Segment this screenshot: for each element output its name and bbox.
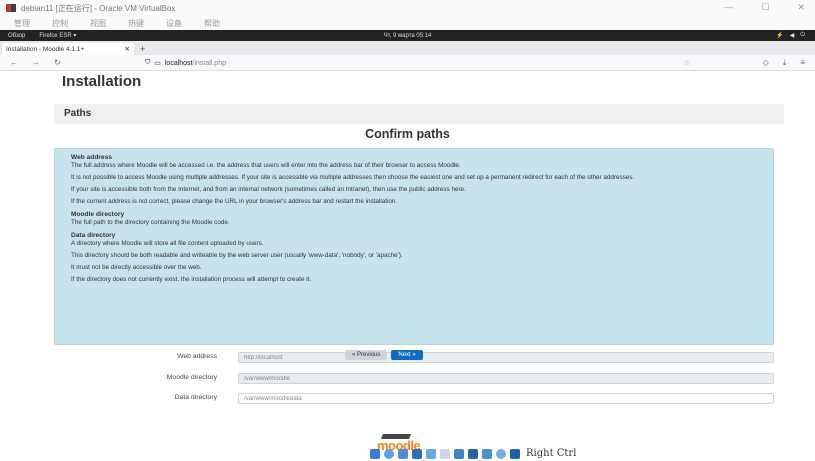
network-icon[interactable]: ⚡ <box>776 32 783 39</box>
firefox-tab-strip: Installation - Moodle 4.1.1+ ✕ + <box>0 41 815 55</box>
menu-item-help[interactable]: 帮助 <box>204 18 220 29</box>
moodle-directory-row: Moodle directory <box>0 373 815 385</box>
hamburger-menu-icon[interactable]: ≡ <box>800 58 805 68</box>
data-directory-info: Data directory A directory where Moodle … <box>71 232 757 284</box>
previous-button[interactable]: « Previous <box>345 350 388 360</box>
url-bar[interactable]: ⛉ ▭ localhost/install.php ☆ <box>145 57 690 69</box>
page-title: Installation <box>62 73 142 90</box>
info-paragraph: A directory where Moodle will store all … <box>71 240 264 247</box>
menu-item-devices[interactable]: 设备 <box>166 18 182 29</box>
close-window-button[interactable]: ✕ <box>797 2 805 13</box>
info-paragraph: The full address where Moodle will be ac… <box>71 162 461 169</box>
firefox-app-menu[interactable]: Firefox ESR ▾ <box>39 32 76 39</box>
tab-close-icon[interactable]: ✕ <box>125 45 130 53</box>
moodle-directory-heading: Moodle directory <box>71 211 125 218</box>
page-content: Installation Paths Confirm paths Web add… <box>0 71 815 441</box>
downloads-icon[interactable]: ⤓ <box>783 58 787 68</box>
back-icon[interactable]: ← <box>10 58 18 67</box>
maximize-button[interactable]: ☐ <box>761 2 769 13</box>
guest-top-panel: Обзор Firefox ESR ▾ Чт, 9 марта 05:14 ⚡ … <box>0 30 815 41</box>
optical-drive-icon[interactable] <box>384 448 394 459</box>
info-paragraph: If your site is accessible both from the… <box>71 186 466 193</box>
hard-disk-icon[interactable] <box>370 448 380 459</box>
virtualbox-menubar: 管理 控制 视图 热键 设备 帮助 <box>0 16 815 30</box>
new-tab-button[interactable]: + <box>140 43 145 55</box>
section-header: Paths <box>54 104 784 124</box>
moodle-directory-field[interactable] <box>238 373 774 384</box>
network-adapter-icon[interactable] <box>412 448 422 459</box>
virtualbox-titlebar: debian11 [正在运行] - Oracle VM VirtualBox —… <box>0 0 815 16</box>
keyboard-icon[interactable] <box>510 448 520 459</box>
data-directory-row: Data directory <box>0 393 815 405</box>
shield-icon[interactable]: ⛉ <box>145 59 150 67</box>
confirm-heading: Confirm paths <box>365 127 450 141</box>
forward-icon[interactable]: → <box>32 58 40 67</box>
bookmark-star-icon[interactable]: ☆ <box>684 59 690 67</box>
host-key-label: Right Ctrl <box>526 448 577 459</box>
menu-item-manage[interactable]: 管理 <box>14 18 30 29</box>
info-paragraph: It must not be directly accessible over … <box>71 264 202 271</box>
shared-folders-icon[interactable] <box>440 448 450 459</box>
web-address-field[interactable] <box>238 352 774 363</box>
menu-item-view[interactable]: 视图 <box>90 18 106 29</box>
data-directory-label: Data directory <box>174 394 217 401</box>
next-button[interactable]: Next » <box>391 350 423 360</box>
data-directory-heading: Data directory <box>71 232 116 239</box>
mouse-integration-icon[interactable] <box>496 448 506 459</box>
web-address-info: Web address The full address where Moodl… <box>71 154 757 206</box>
menu-item-hotkeys[interactable]: 热键 <box>128 18 144 29</box>
pocket-icon[interactable]: ◇ <box>763 58 769 68</box>
usb-icon[interactable] <box>426 448 436 459</box>
power-icon[interactable]: ⏻ <box>800 32 805 39</box>
moodle-directory-info: Moodle directory The full path to the di… <box>71 211 757 227</box>
tab-title: Installation - Moodle 4.1.1+ <box>6 45 85 53</box>
moodle-directory-label: Moodle directory <box>166 374 217 381</box>
url-host: localhost <box>164 59 193 67</box>
firefox-navbar: ← → ↻ ⛉ ▭ localhost/install.php ☆ ◇ ⤓ ≡ <box>0 55 815 71</box>
recording-icon[interactable] <box>468 448 478 459</box>
virtualbox-status-bar: Right Ctrl <box>370 446 576 461</box>
reload-icon[interactable]: ↻ <box>54 58 61 67</box>
info-paragraph: The full path to the directory containin… <box>71 219 230 226</box>
page-info-icon[interactable]: ▭ <box>154 59 161 67</box>
activities-button[interactable]: Обзор <box>8 33 25 39</box>
audio-icon[interactable] <box>398 448 408 459</box>
url-path: /install.php <box>192 59 226 67</box>
panel-clock[interactable]: Чт, 9 марта 05:14 <box>384 33 432 39</box>
virtualbox-logo-icon <box>6 4 16 12</box>
menu-item-control[interactable]: 控制 <box>52 18 68 29</box>
info-paragraph: This directory should be both readable a… <box>71 252 403 259</box>
info-paragraph: If the current address is not correct, p… <box>71 198 398 205</box>
navigation-buttons: « Previous Next » <box>345 350 423 360</box>
info-paragraph: If the directory does not currently exis… <box>71 276 312 283</box>
window-title: debian11 [正在运行] - Oracle VM VirtualBox <box>21 3 176 13</box>
display-icon[interactable] <box>454 448 464 459</box>
paths-info-box: Web address The full address where Moodl… <box>54 148 774 345</box>
data-directory-field[interactable] <box>238 393 774 404</box>
web-address-label: Web address <box>177 353 217 360</box>
info-paragraph: It is not possible to access Moodle usin… <box>71 174 635 181</box>
volume-icon[interactable]: ◀ <box>790 32 795 39</box>
web-address-heading: Web address <box>71 154 112 161</box>
cpu-icon[interactable] <box>482 448 492 459</box>
minimize-button[interactable]: — <box>724 2 733 13</box>
tab-installation[interactable]: Installation - Moodle 4.1.1+ ✕ <box>2 43 134 55</box>
